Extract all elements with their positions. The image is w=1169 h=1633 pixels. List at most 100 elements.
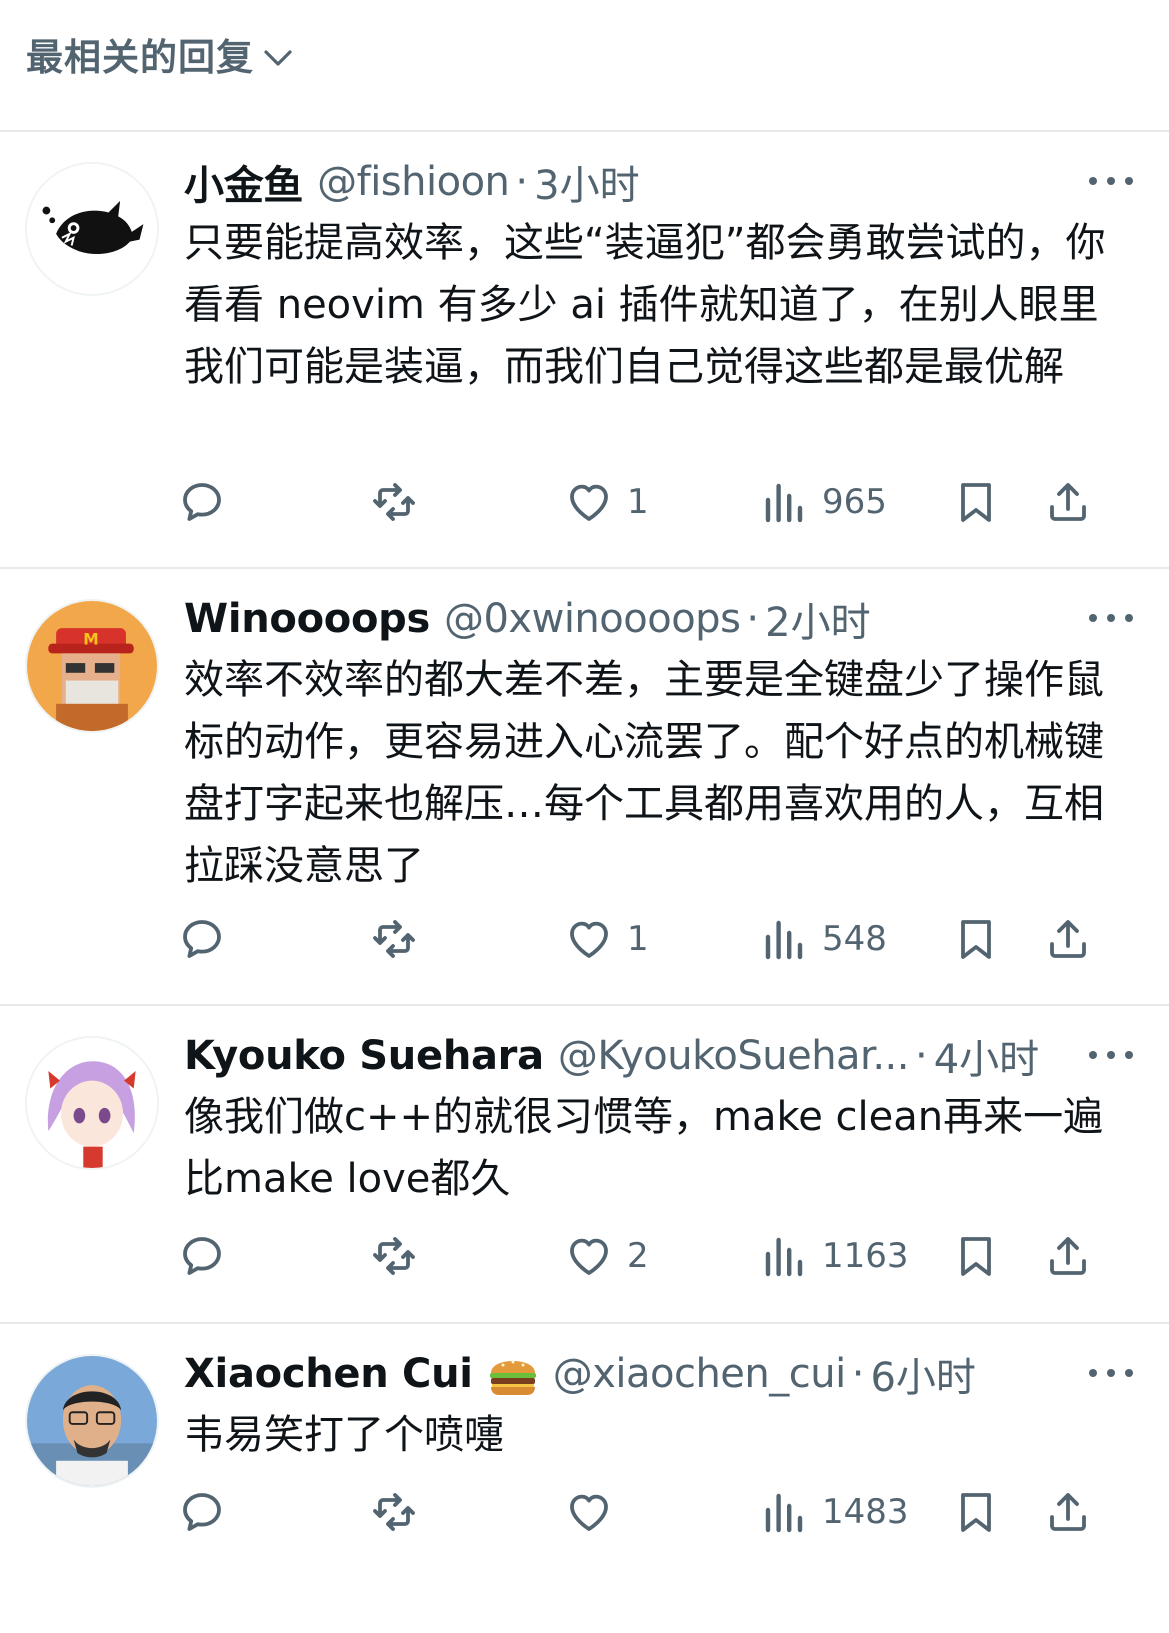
like-count: 2 xyxy=(627,1236,649,1276)
avatar[interactable] xyxy=(25,162,159,296)
display-name[interactable]: 小金鱼 xyxy=(184,154,303,210)
like-count: 1 xyxy=(627,482,649,522)
retweet-icon xyxy=(373,920,415,958)
more-icon[interactable] xyxy=(1089,1040,1133,1070)
like-icon xyxy=(570,921,608,958)
avatar[interactable] xyxy=(25,1354,159,1488)
reply-item[interactable]: M Winoooops @0xwinoooops · 2小时 效率不效率的都大差… xyxy=(0,569,1169,1006)
reply-button[interactable] xyxy=(178,909,226,969)
share-button[interactable] xyxy=(1044,472,1092,532)
bookmark-button[interactable] xyxy=(952,1226,1000,1286)
action-bar: 1 965 xyxy=(0,472,1169,532)
reply-text: 韦易笑打了个喷嚏 xyxy=(184,1412,504,1458)
reply-item[interactable]: 小金鱼 @fishioon · 3小时 只要能提高效率，这些“装逼犯”都会勇敢尝… xyxy=(0,132,1169,569)
reply-button[interactable] xyxy=(178,1482,226,1542)
display-name[interactable]: Xiaochen Cui xyxy=(184,1351,473,1397)
reply-text: 只要能提高效率，这些“装逼犯”都会勇敢尝试的，你看看 neovim 有多少 ai… xyxy=(184,220,1106,390)
retweet-button[interactable] xyxy=(370,1226,418,1286)
reply-icon xyxy=(183,483,221,521)
reply-icon xyxy=(183,1493,221,1531)
user-handle[interactable]: @fishioon xyxy=(317,159,510,205)
reply-item[interactable]: Xiaochen Cui @xiaochen_cui · 6小时 韦易笑打了个喷… xyxy=(0,1324,1169,1633)
anime-avatar-icon xyxy=(27,1038,157,1168)
views-icon xyxy=(765,1237,803,1277)
reply-icon xyxy=(183,920,221,958)
views-icon xyxy=(765,920,803,960)
view-count: 965 xyxy=(822,482,887,522)
reply-button[interactable] xyxy=(178,472,226,532)
retweet-icon xyxy=(373,483,415,521)
like-button[interactable]: 1 xyxy=(565,909,649,969)
share-icon xyxy=(1050,483,1086,521)
bookmark-icon xyxy=(961,1493,991,1532)
retweet-icon xyxy=(373,1493,415,1531)
like-button[interactable] xyxy=(565,1482,627,1542)
retweet-button[interactable] xyxy=(370,909,418,969)
reply-text: 效率不效率的都大差不差，主要是全键盘少了操作鼠标的动作，更容易进入心流罢了。配个… xyxy=(184,657,1104,889)
view-count: 1483 xyxy=(822,1492,909,1532)
reply-header: Kyouko Suehara @KyoukoSuehar... · 4小时 xyxy=(184,1028,1079,1084)
bookmark-icon xyxy=(961,1237,991,1276)
share-icon xyxy=(1050,920,1086,958)
timestamp[interactable]: 6小时 xyxy=(870,1346,975,1402)
views-button[interactable]: 1163 xyxy=(760,1226,909,1286)
separator-dot: · xyxy=(746,596,760,642)
burger-emoji xyxy=(489,1360,536,1395)
share-icon xyxy=(1050,1237,1086,1275)
fish-avatar-icon xyxy=(27,164,157,294)
timestamp[interactable]: 3小时 xyxy=(534,154,639,210)
sort-dropdown[interactable]: 最相关的回复 xyxy=(26,34,294,82)
display-name[interactable]: Kyouko Suehara xyxy=(184,1033,544,1079)
more-icon[interactable] xyxy=(1089,603,1133,633)
retweet-button[interactable] xyxy=(370,1482,418,1542)
like-button[interactable]: 1 xyxy=(565,472,649,532)
retweet-icon xyxy=(373,1237,415,1275)
pixel-avatar-icon: M xyxy=(27,601,157,731)
views-icon xyxy=(765,1493,803,1533)
share-button[interactable] xyxy=(1044,1226,1092,1286)
bookmark-button[interactable] xyxy=(952,1482,1000,1542)
bookmark-icon xyxy=(961,483,991,522)
like-icon xyxy=(570,1238,608,1275)
reply-icon xyxy=(183,1237,221,1275)
bookmark-icon xyxy=(961,920,991,959)
user-handle[interactable]: @xiaochen_cui xyxy=(553,1351,847,1397)
action-bar: 1483 xyxy=(0,1482,1169,1542)
reply-header: 小金鱼 @fishioon · 3小时 xyxy=(184,154,1079,210)
reply-header: Xiaochen Cui @xiaochen_cui · 6小时 xyxy=(184,1346,1079,1402)
action-bar: 2 1163 xyxy=(0,1226,1169,1286)
more-icon[interactable] xyxy=(1089,1358,1133,1388)
chevron-down-icon xyxy=(264,50,292,66)
views-button[interactable]: 1483 xyxy=(760,1482,909,1542)
action-bar: 1 548 xyxy=(0,909,1169,969)
share-icon xyxy=(1050,1493,1086,1531)
bookmark-button[interactable] xyxy=(952,909,1000,969)
photo-avatar-icon xyxy=(27,1356,157,1486)
views-button[interactable]: 548 xyxy=(760,909,887,969)
user-handle[interactable]: @KyoukoSuehar... xyxy=(558,1033,910,1079)
sort-label: 最相关的回复 xyxy=(26,36,254,79)
avatar[interactable]: M xyxy=(25,599,159,733)
more-icon[interactable] xyxy=(1089,166,1133,196)
avatar[interactable] xyxy=(25,1036,159,1170)
bookmark-button[interactable] xyxy=(952,472,1000,532)
like-icon xyxy=(570,484,608,521)
views-button[interactable]: 965 xyxy=(760,472,887,532)
like-count: 1 xyxy=(627,919,649,959)
sort-header: 最相关的回复 xyxy=(0,0,1169,132)
reply-item[interactable]: Kyouko Suehara @KyoukoSuehar... · 4小时 像我… xyxy=(0,1006,1169,1324)
views-icon xyxy=(765,483,803,523)
share-button[interactable] xyxy=(1044,909,1092,969)
reply-button[interactable] xyxy=(178,1226,226,1286)
svg-text:M: M xyxy=(83,631,98,649)
timestamp[interactable]: 2小时 xyxy=(765,591,870,647)
like-icon xyxy=(570,1494,608,1531)
reply-header: Winoooops @0xwinoooops · 2小时 xyxy=(184,591,1079,647)
retweet-button[interactable] xyxy=(370,472,418,532)
user-handle[interactable]: @0xwinoooops xyxy=(444,596,741,642)
display-name[interactable]: Winoooops xyxy=(184,596,430,642)
like-button[interactable]: 2 xyxy=(565,1226,649,1286)
timestamp[interactable]: 4小时 xyxy=(934,1028,1039,1084)
share-button[interactable] xyxy=(1044,1482,1092,1542)
reply-text: 像我们做c++的就很习惯等，make clean再来一遍比make love都久 xyxy=(184,1094,1104,1202)
